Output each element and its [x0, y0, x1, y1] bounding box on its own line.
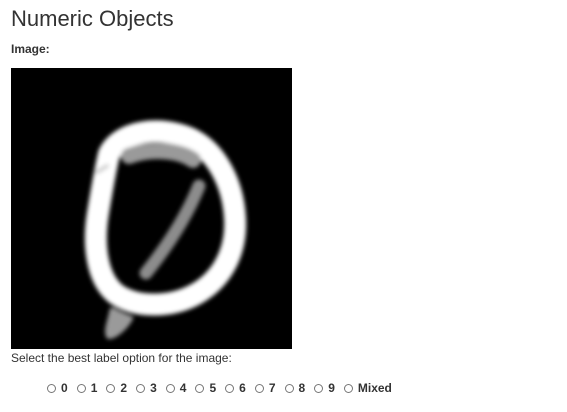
option-2[interactable]: 2	[106, 380, 127, 396]
option-7[interactable]: 7	[254, 380, 276, 396]
option-9[interactable]: 9	[314, 380, 335, 396]
option-label-2: 2	[120, 381, 128, 395]
radio-button-9[interactable]	[314, 383, 324, 393]
option-3[interactable]: 3	[136, 380, 157, 396]
option-mixed[interactable]: Mixed	[343, 380, 392, 396]
option-label-mixed: Mixed	[357, 381, 392, 395]
label-options-group: 0 1 2 3 4 5 6 7 8 9 Mixed	[47, 380, 392, 396]
option-label-6: 6	[239, 381, 246, 395]
option-label-1: 1	[90, 381, 98, 395]
radio-button-6[interactable]	[225, 383, 235, 393]
option-label-7: 7	[268, 381, 276, 395]
radio-button-8[interactable]	[284, 383, 294, 393]
option-label-3: 3	[150, 381, 157, 395]
option-6[interactable]: 6	[225, 380, 246, 396]
option-label-0: 0	[61, 381, 68, 395]
handwritten-digit-image	[11, 68, 292, 349]
instruction-text: Select the best label option for the ima…	[11, 351, 232, 365]
radio-button-7[interactable]	[254, 383, 264, 393]
option-1[interactable]: 1	[76, 380, 98, 396]
digit-zero-drawing	[84, 120, 247, 339]
image-label: Image:	[11, 42, 50, 56]
option-label-9: 9	[328, 381, 335, 395]
option-label-8: 8	[298, 381, 306, 395]
option-0[interactable]: 0	[47, 380, 68, 396]
radio-button-2[interactable]	[106, 383, 116, 393]
option-label-5: 5	[209, 381, 217, 395]
radio-button-0[interactable]	[47, 383, 56, 393]
option-label-4: 4	[179, 381, 187, 395]
radio-button-5[interactable]	[195, 383, 205, 393]
radio-button-1[interactable]	[76, 383, 86, 393]
option-4[interactable]: 4	[165, 380, 187, 396]
radio-button-mixed[interactable]	[343, 383, 353, 393]
page-title: Numeric Objects	[11, 6, 174, 31]
option-5[interactable]: 5	[195, 380, 216, 396]
radio-button-3[interactable]	[136, 383, 146, 393]
radio-button-4[interactable]	[165, 383, 175, 393]
option-8[interactable]: 8	[284, 380, 306, 396]
